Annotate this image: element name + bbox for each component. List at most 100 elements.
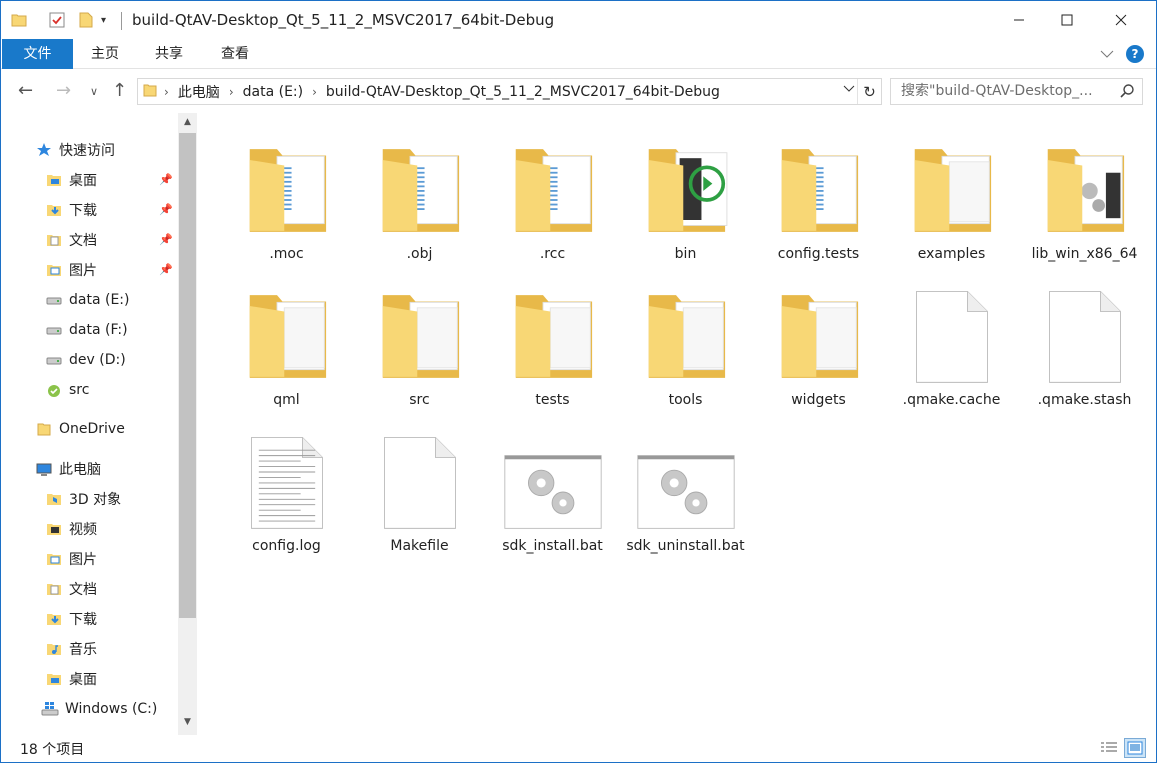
folder-icon <box>897 135 1007 245</box>
scroll-up-icon[interactable]: ▲ <box>178 113 197 131</box>
pin-icon[interactable]: 📌 <box>159 173 173 186</box>
breadcrumb-chevron-icon[interactable]: › <box>160 85 173 99</box>
file-item[interactable]: src <box>357 281 482 421</box>
file-icon <box>1030 281 1140 391</box>
up-arrow-icon[interactable]: ↑ <box>112 80 127 101</box>
forward-arrow-icon[interactable]: → <box>56 80 71 101</box>
sidebar-item-quick-access[interactable]: 快速访问 <box>35 136 115 164</box>
file-item[interactable]: config.log <box>224 427 349 567</box>
sidebar-item-videos[interactable]: 视频 <box>45 515 97 543</box>
folder-icon[interactable] <box>11 10 27 30</box>
tab-view[interactable]: 查看 <box>213 39 257 69</box>
maximize-button[interactable] <box>1044 1 1090 39</box>
details-view-icon[interactable] <box>1098 738 1120 758</box>
navigation-bar: ← → ∨ ↑ › 此电脑 › data (E:) › build-QtAV-D… <box>1 71 1156 111</box>
sidebar-item-desktop-pc[interactable]: 桌面 <box>45 665 97 693</box>
sidebar-item-label: 音乐 <box>69 642 97 658</box>
breadcrumb-chevron-icon[interactable]: › <box>225 85 238 99</box>
sidebar-item-this-pc[interactable]: 此电脑 <box>35 455 101 483</box>
window-title: build-QtAV-Desktop_Qt_5_11_2_MSVC2017_64… <box>132 11 555 29</box>
tab-share[interactable]: 共享 <box>147 39 191 69</box>
folder-icon <box>764 135 874 245</box>
file-item[interactable]: Makefile <box>357 427 482 567</box>
sidebar-item-dev-d[interactable]: dev (D:) <box>45 346 126 374</box>
sidebar-item-data-e[interactable]: data (E:) <box>45 286 129 314</box>
sidebar-item-label: 文档 <box>69 233 97 249</box>
sidebar-item-documents[interactable]: 文档 <box>45 226 97 254</box>
tab-file[interactable]: 文件 <box>2 39 73 69</box>
breadcrumb-current-folder[interactable]: build-QtAV-Desktop_Qt_5_11_2_MSVC2017_64… <box>321 84 725 100</box>
drive-icon <box>45 291 63 309</box>
search-box[interactable]: 搜索"build-QtAV-Desktop_... <box>890 78 1143 105</box>
file-name: Makefile <box>390 538 449 554</box>
file-item[interactable]: .rcc <box>490 135 615 275</box>
onedrive-folder-icon <box>35 420 53 438</box>
ribbon-tabs: 文件 主页 共享 查看 ? <box>1 39 1156 69</box>
network-folder-icon <box>45 381 63 399</box>
desktop-folder-icon <box>45 171 63 189</box>
new-folder-icon[interactable] <box>79 10 93 30</box>
back-arrow-icon[interactable]: ← <box>18 80 33 101</box>
expand-ribbon-icon[interactable] <box>1100 49 1114 59</box>
sidebar-item-music[interactable]: 音乐 <box>45 635 97 663</box>
file-icon <box>365 427 475 537</box>
file-item[interactable]: config.tests <box>756 135 881 275</box>
scrollbar-thumb[interactable] <box>179 133 196 618</box>
breadcrumb-chevron-icon[interactable]: › <box>308 85 321 99</box>
sidebar-item-documents-pc[interactable]: 文档 <box>45 575 97 603</box>
file-item[interactable]: tools <box>623 281 748 421</box>
close-button[interactable] <box>1098 1 1144 39</box>
customize-toolbar-caret-icon[interactable]: ▾ <box>101 10 106 30</box>
file-item[interactable]: .qmake.cache <box>889 281 1014 421</box>
file-item[interactable]: widgets <box>756 281 881 421</box>
file-item[interactable]: examples <box>889 135 1014 275</box>
sidebar-item-label: 快速访问 <box>59 143 115 159</box>
refresh-icon[interactable]: ↻ <box>857 79 881 104</box>
properties-icon[interactable] <box>49 10 65 30</box>
file-item[interactable]: .obj <box>357 135 482 275</box>
file-name: src <box>409 392 430 408</box>
pin-icon[interactable]: 📌 <box>159 203 173 216</box>
pin-icon[interactable]: 📌 <box>159 263 173 276</box>
file-name: .qmake.stash <box>1037 392 1132 408</box>
file-item[interactable]: tests <box>490 281 615 421</box>
file-item[interactable]: .qmake.stash <box>1022 281 1147 421</box>
sidebar-item-3d-objects[interactable]: 3D 对象 <box>45 485 121 513</box>
sidebar-item-windows-c[interactable]: Windows (C:) <box>41 695 157 723</box>
file-item[interactable]: bin <box>623 135 748 275</box>
computer-icon <box>35 460 53 478</box>
sidebar-item-label: Windows (C:) <box>65 701 158 717</box>
sidebar-item-label: 桌面 <box>69 672 97 688</box>
help-icon[interactable]: ? <box>1126 45 1144 63</box>
pictures-folder-icon <box>45 261 63 279</box>
sidebar-item-pictures[interactable]: 图片 <box>45 256 97 284</box>
file-item[interactable]: lib_win_x86_64 <box>1022 135 1147 275</box>
sidebar-item-pictures-pc[interactable]: 图片 <box>45 545 97 573</box>
folder-icon <box>764 281 874 391</box>
recent-locations-chevron-icon[interactable]: ∨ <box>90 85 98 98</box>
file-item[interactable]: sdk_install.bat <box>490 427 615 567</box>
breadcrumb-this-pc[interactable]: 此电脑 <box>173 82 225 102</box>
breadcrumb-drive[interactable]: data (E:) <box>238 84 308 100</box>
file-item[interactable]: qml <box>224 281 349 421</box>
sidebar-item-desktop[interactable]: 桌面 <box>45 166 97 194</box>
sidebar-item-downloads[interactable]: 下载 <box>45 196 97 224</box>
file-item[interactable]: sdk_uninstall.bat <box>623 427 748 567</box>
file-name: sdk_uninstall.bat <box>626 538 745 554</box>
sidebar-item-downloads-pc[interactable]: 下载 <box>45 605 97 633</box>
scroll-down-icon[interactable]: ▼ <box>178 713 197 731</box>
address-dropdown-icon[interactable] <box>843 83 855 96</box>
pin-icon[interactable]: 📌 <box>159 233 173 246</box>
explorer-window: ▾ build-QtAV-Desktop_Qt_5_11_2_MSVC2017_… <box>0 0 1157 763</box>
large-icons-view-icon[interactable] <box>1124 738 1146 758</box>
sidebar-item-onedrive[interactable]: OneDrive <box>35 415 125 443</box>
sidebar-scrollbar[interactable]: ▲ ▼ <box>178 113 197 735</box>
sidebar-item-src[interactable]: src <box>45 376 89 404</box>
sidebar-item-data-f[interactable]: data (F:) <box>45 316 128 344</box>
tab-home[interactable]: 主页 <box>83 39 127 69</box>
address-bar[interactable]: › 此电脑 › data (E:) › build-QtAV-Desktop_Q… <box>137 78 882 105</box>
minimize-button[interactable] <box>996 1 1042 39</box>
file-item[interactable]: .moc <box>224 135 349 275</box>
file-name: config.log <box>252 538 321 554</box>
search-icon[interactable] <box>1119 83 1135 104</box>
